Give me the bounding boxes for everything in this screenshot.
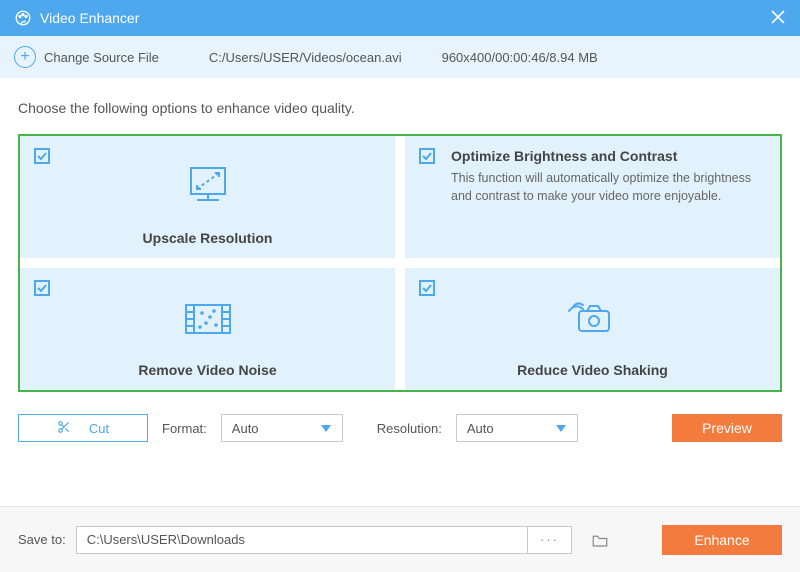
- chevron-down-icon: [320, 421, 332, 436]
- chevron-down-icon: [555, 421, 567, 436]
- open-folder-button[interactable]: [588, 532, 612, 548]
- footer: Save to: C:\Users\USER\Downloads ··· Enh…: [0, 506, 800, 572]
- save-path-value: C:\Users\USER\Downloads: [87, 532, 245, 547]
- ellipsis-icon: ···: [540, 532, 559, 547]
- option-remove-noise[interactable]: Remove Video Noise: [20, 268, 395, 390]
- option-shaking-title: Reduce Video Shaking: [419, 362, 766, 378]
- preview-button[interactable]: Preview: [672, 414, 782, 442]
- main-area: Choose the following options to enhance …: [0, 78, 800, 506]
- bottom-controls: Cut Format: Auto Resolution: Auto Previe…: [18, 414, 782, 442]
- checkbox-upscale[interactable]: [34, 148, 50, 164]
- source-fileinfo: 960x400/00:00:46/8.94 MB: [442, 50, 598, 65]
- save-to-label: Save to:: [18, 532, 66, 547]
- option-upscale-title: Upscale Resolution: [34, 230, 381, 246]
- format-value: Auto: [232, 421, 259, 436]
- titlebar: Video Enhancer: [0, 0, 800, 36]
- app-title: Video Enhancer: [40, 10, 770, 26]
- format-label: Format:: [162, 421, 207, 436]
- browse-button[interactable]: ···: [528, 526, 572, 554]
- checkbox-brightness[interactable]: [419, 148, 435, 164]
- checkbox-noise[interactable]: [34, 280, 50, 296]
- option-brightness-contrast[interactable]: Optimize Brightness and Contrast This fu…: [405, 136, 780, 258]
- cut-label: Cut: [89, 421, 109, 436]
- save-path-field[interactable]: C:\Users\USER\Downloads: [76, 526, 528, 554]
- enhance-button[interactable]: Enhance: [662, 525, 782, 555]
- cut-button[interactable]: Cut: [18, 414, 148, 442]
- scissors-icon: [57, 420, 71, 437]
- resolution-label: Resolution:: [377, 421, 442, 436]
- option-reduce-shaking[interactable]: Reduce Video Shaking: [405, 268, 780, 390]
- preview-label: Preview: [702, 420, 752, 436]
- enhance-label: Enhance: [694, 532, 749, 548]
- change-source-button[interactable]: + Change Source File: [14, 46, 159, 68]
- save-path-group: C:\Users\USER\Downloads ···: [76, 526, 572, 554]
- instruction-text: Choose the following options to enhance …: [18, 100, 782, 116]
- source-bar: + Change Source File C:/Users/USER/Video…: [0, 36, 800, 78]
- options-grid: Upscale Resolution Optimize Brightness a…: [18, 134, 782, 392]
- film-noise-icon: [34, 280, 381, 358]
- resolution-select[interactable]: Auto: [456, 414, 578, 442]
- change-source-label: Change Source File: [44, 50, 159, 65]
- plus-icon: +: [14, 46, 36, 68]
- option-brightness-title: Optimize Brightness and Contrast: [451, 148, 766, 164]
- option-upscale-resolution[interactable]: Upscale Resolution: [20, 136, 395, 258]
- camera-shake-icon: [419, 280, 766, 358]
- checkbox-shaking[interactable]: [419, 280, 435, 296]
- close-button[interactable]: [770, 9, 786, 28]
- resolution-value: Auto: [467, 421, 494, 436]
- monitor-resize-icon: [34, 148, 381, 226]
- source-filepath: C:/Users/USER/Videos/ocean.avi: [209, 50, 402, 65]
- option-noise-title: Remove Video Noise: [34, 362, 381, 378]
- format-select[interactable]: Auto: [221, 414, 343, 442]
- option-brightness-desc: This function will automatically optimiz…: [451, 170, 766, 205]
- palette-icon: [14, 9, 32, 27]
